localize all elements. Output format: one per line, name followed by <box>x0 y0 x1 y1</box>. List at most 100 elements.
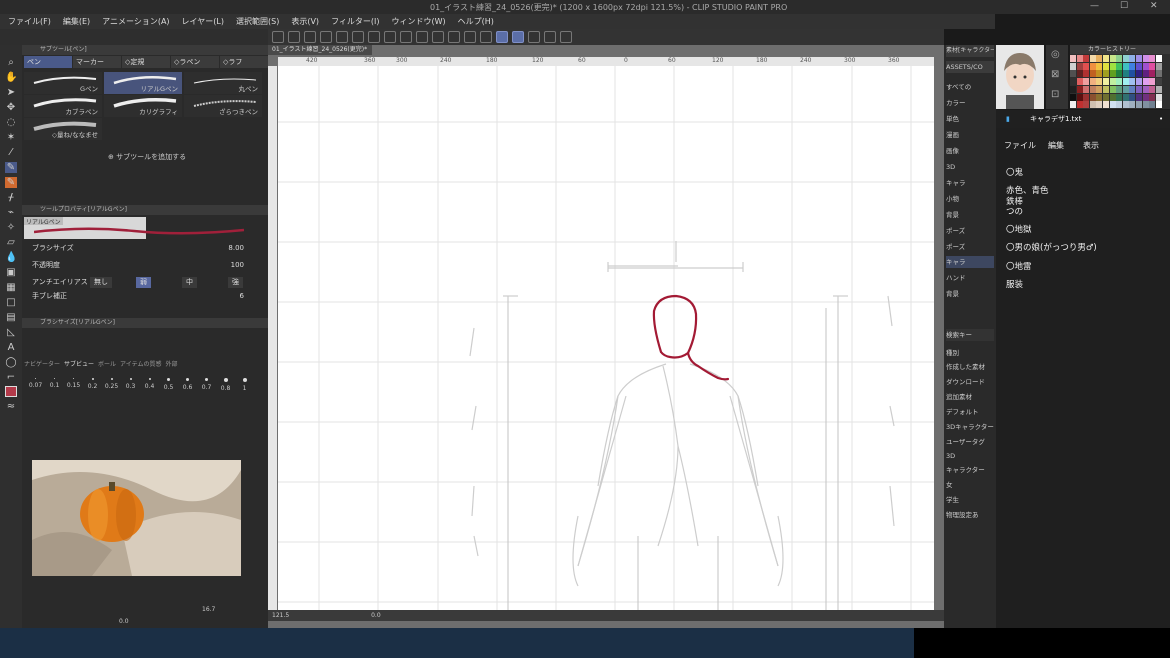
tab-ruler[interactable]: ◇定規 <box>122 56 170 68</box>
color-swatch[interactable] <box>1149 85 1156 93</box>
color-swatch[interactable] <box>1142 85 1149 93</box>
category-item[interactable]: ダウンロード <box>946 376 994 388</box>
color-swatch[interactable] <box>1149 101 1156 109</box>
color-swatch[interactable] <box>1149 78 1156 86</box>
text-tool-icon[interactable]: A <box>5 342 17 353</box>
swap-color-icon[interactable]: ≈ <box>5 401 17 412</box>
tree-item[interactable]: すべての <box>946 81 994 93</box>
material-delete-icon[interactable]: ⊠ <box>1051 69 1059 80</box>
color-swatch[interactable] <box>1142 101 1149 109</box>
notepad-menu-view[interactable]: 表示 <box>1083 140 1099 151</box>
invert-selection-icon[interactable] <box>448 31 460 43</box>
color-swatch[interactable] <box>1136 55 1142 62</box>
color-swatch[interactable] <box>1109 55 1116 62</box>
color-swatch[interactable] <box>1142 55 1149 62</box>
color-swatch[interactable] <box>1096 70 1103 78</box>
color-swatch[interactable] <box>1070 101 1076 109</box>
category-item[interactable]: キャラクター <box>946 464 994 476</box>
color-swatch[interactable] <box>1083 85 1090 93</box>
color-swatch[interactable] <box>1149 55 1156 62</box>
color-swatch[interactable] <box>1096 85 1103 93</box>
color-swatch[interactable] <box>1129 85 1136 93</box>
color-swatch[interactable] <box>1089 78 1096 86</box>
transform-icon[interactable] <box>400 31 412 43</box>
tab-navigator[interactable]: ナビゲーター <box>24 359 60 369</box>
undo-icon[interactable] <box>336 31 348 43</box>
size-preset[interactable]: 0.07 <box>26 378 45 389</box>
size-preset[interactable]: 0.3 <box>121 378 140 390</box>
antialias-none[interactable]: 無し <box>90 277 112 288</box>
tab-ball[interactable]: ボール <box>98 359 116 369</box>
crop-icon[interactable] <box>416 31 428 43</box>
brush-calligraphy[interactable]: カリグラフィ <box>104 95 182 117</box>
gradient-tool-icon[interactable]: ▦ <box>5 282 17 293</box>
ruler-tool-icon[interactable]: ◺ <box>5 327 17 338</box>
tree-item[interactable]: ハンド <box>946 272 994 284</box>
category-item[interactable]: 作成した素材 <box>946 361 994 373</box>
antialias-mid[interactable]: 中 <box>182 277 197 288</box>
size-preset[interactable]: 1 <box>235 378 254 392</box>
nav-zoom[interactable]: 16.7 <box>202 606 215 613</box>
tree-item[interactable]: ポーズ <box>946 241 994 253</box>
color-swatch[interactable] <box>1149 93 1156 101</box>
category-item[interactable]: ユーザータグ <box>946 436 994 448</box>
color-swatch[interactable] <box>1122 101 1129 109</box>
character-thumbnail[interactable] <box>996 45 1044 109</box>
color-swatch[interactable] <box>1109 85 1116 93</box>
color-swatch[interactable] <box>1116 55 1123 62</box>
color-swatch[interactable] <box>1155 55 1162 62</box>
stabilization-row[interactable]: 手ブレ補正 6 <box>32 291 262 302</box>
color-swatch[interactable] <box>1076 55 1083 62</box>
notepad-menu-file[interactable]: ファイル <box>1004 140 1036 151</box>
tree-item[interactable]: 背景 <box>946 209 994 221</box>
color-swatch[interactable] <box>1103 70 1109 78</box>
menu-help[interactable]: ヘルプ(H) <box>458 16 494 27</box>
color-swatch[interactable] <box>1129 93 1136 101</box>
color-swatch[interactable] <box>1096 62 1103 70</box>
refresh-icon[interactable] <box>560 31 572 43</box>
status-angle[interactable]: 0.0 <box>371 612 381 619</box>
color-swatch[interactable] <box>1155 101 1162 109</box>
antialias-weak[interactable]: 弱 <box>136 277 151 288</box>
tree-item[interactable]: 背景 <box>946 288 994 300</box>
eyedropper-icon[interactable]: ⁄ <box>5 147 17 158</box>
category-item[interactable]: 学生 <box>946 494 994 506</box>
color-swatch[interactable] <box>1155 78 1162 86</box>
color-swatch[interactable] <box>1116 93 1123 101</box>
home-icon[interactable] <box>272 31 284 43</box>
fill-tool-icon[interactable]: ▣ <box>5 267 17 278</box>
color-swatch[interactable] <box>1096 101 1103 109</box>
operation-tool-icon[interactable]: ➤ <box>5 87 17 98</box>
size-preset[interactable]: 0.5 <box>159 378 178 391</box>
brush-tool-icon[interactable]: ᚋ <box>5 192 17 203</box>
color-swatch[interactable] <box>1122 55 1129 62</box>
material-view-icon[interactable]: ◎ <box>1051 49 1060 60</box>
menu-edit[interactable]: 編集(E) <box>63 16 90 27</box>
color-swatch[interactable] <box>1116 85 1123 93</box>
color-swatch[interactable] <box>1089 101 1096 109</box>
color-swatch[interactable] <box>1142 70 1149 78</box>
color-swatch[interactable] <box>1089 70 1096 78</box>
frame-tool-icon[interactable]: ▤ <box>5 312 17 323</box>
snap-special-ruler-icon[interactable] <box>512 31 524 43</box>
tree-item[interactable]: 単色 <box>946 113 994 125</box>
color-swatch[interactable] <box>1076 101 1083 109</box>
color-swatch[interactable] <box>1149 70 1156 78</box>
color-swatch[interactable] <box>1122 78 1129 86</box>
color-swatch[interactable] <box>1155 70 1162 78</box>
menu-window[interactable]: ウィンドウ(W) <box>392 16 446 27</box>
color-swatch[interactable] <box>1122 62 1129 70</box>
move-tool-icon[interactable]: ✥ <box>5 102 17 113</box>
color-swatch[interactable] <box>1083 55 1090 62</box>
new-icon[interactable] <box>288 31 300 43</box>
color-swatch[interactable] <box>1083 78 1090 86</box>
menu-layer[interactable]: レイヤー(L) <box>182 16 224 27</box>
color-swatch[interactable] <box>1155 62 1162 70</box>
notepad-menu-edit[interactable]: 編集 <box>1048 140 1064 151</box>
color-swatch[interactable] <box>1122 85 1129 93</box>
color-swatch[interactable] <box>1116 78 1123 86</box>
menu-selection[interactable]: 選択範囲(S) <box>236 16 279 27</box>
color-swatch[interactable] <box>1155 93 1162 101</box>
tree-item[interactable]: カラー <box>946 97 994 109</box>
color-swatch[interactable] <box>1136 101 1142 109</box>
